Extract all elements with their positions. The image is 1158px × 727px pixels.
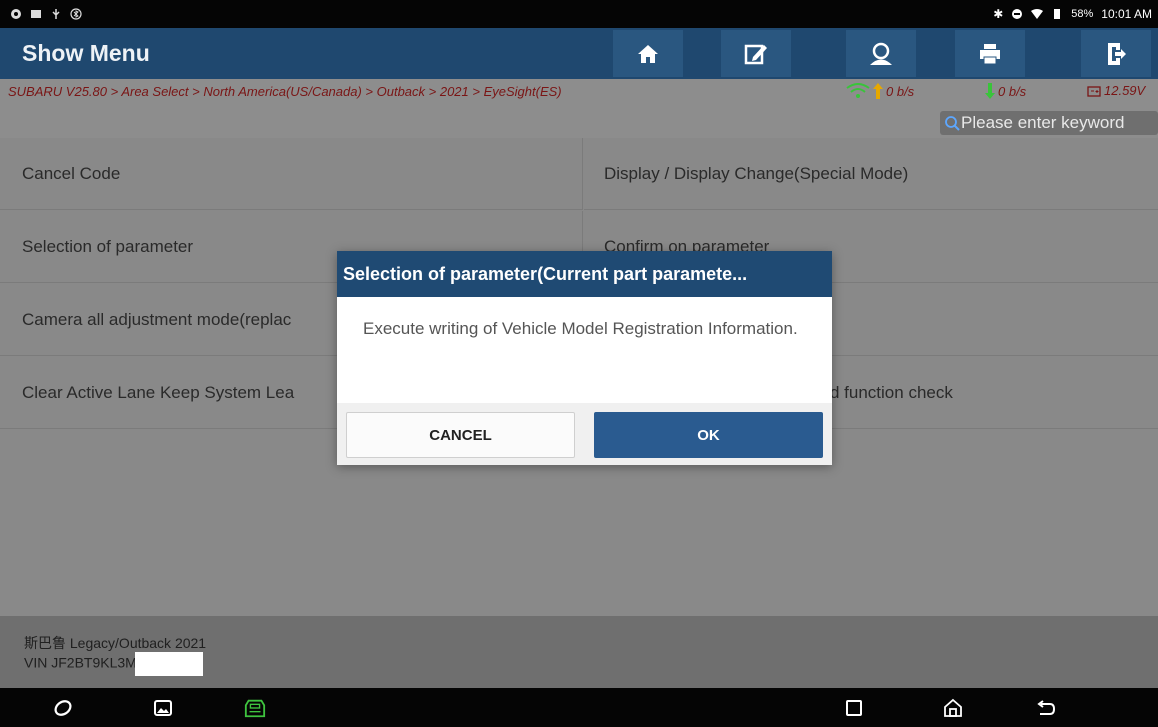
print-icon (980, 43, 1000, 64)
gallery-button[interactable] (152, 697, 174, 719)
confirm-dialog: Selection of parameter(Current part para… (337, 251, 832, 465)
gallery-icon (154, 700, 172, 716)
menu-item-label: Display / Display Change(Special Mode) (604, 163, 909, 183)
upload-indicator: 0 b/s (846, 83, 914, 99)
search-row: Please enter keyword (0, 103, 1158, 138)
back-button[interactable] (1035, 697, 1057, 719)
cancel-button[interactable]: CANCEL (346, 412, 575, 458)
battery-icon (1054, 9, 1061, 19)
download-indicator: 0 b/s (985, 83, 1026, 99)
breadcrumb: SUBARU V25.80 > Area Select > North Amer… (0, 79, 1158, 103)
dialog-button-bar: CANCEL OK (337, 403, 832, 465)
dialog-title: Selection of parameter(Current part para… (337, 251, 832, 297)
recents-button[interactable] (843, 697, 865, 719)
battery-percent: 58% (1071, 8, 1094, 20)
upload-arrow-icon (873, 83, 883, 99)
download-arrow-icon (985, 83, 995, 99)
image-notification-icon (31, 10, 41, 18)
home-button[interactable] (613, 30, 683, 77)
vehicle-name: 斯巴鲁 Legacy/Outback 2021 (24, 635, 207, 651)
menu-item-label: Camera all adjustment mode(replac (22, 309, 292, 329)
exit-icon (1108, 42, 1126, 65)
clock: 10:01 AM (1101, 7, 1152, 21)
wifi-icon (846, 83, 870, 98)
home-nav-button[interactable] (942, 697, 964, 719)
home-nav-icon (944, 698, 962, 717)
status-icons-right: ✱ 58% 10:01 AM (993, 7, 1158, 21)
user-button[interactable] (846, 30, 916, 77)
page-title: Show Menu (22, 40, 150, 66)
vci-button[interactable] (244, 697, 266, 719)
edit-note-icon (744, 44, 767, 64)
vehicle-info: 斯巴鲁 Legacy/Outback 2021 VIN JF2BT9KL3M (0, 616, 1158, 688)
app-notification-icon (11, 9, 21, 19)
search-placeholder: Please enter keyword (961, 113, 1125, 132)
edit-note-button[interactable] (721, 30, 791, 77)
recents-icon (846, 700, 862, 716)
dialog-message: Execute writing of Vehicle Model Registr… (363, 319, 798, 338)
upload-speed: 0 b/s (886, 83, 915, 99)
user-icon (870, 42, 892, 65)
bluetooth-notification-icon (70, 8, 82, 20)
navigation-bar (0, 688, 1158, 727)
print-button[interactable] (955, 30, 1025, 77)
menu-item-label: Clear Active Lane Keep System Lea (22, 382, 295, 402)
home-icon (638, 44, 658, 63)
voltage-indicator: 12.59V (1087, 83, 1145, 98)
usb-icon (52, 9, 60, 19)
search-icon (945, 116, 960, 131)
vin-row: VIN JF2BT9KL3M (24, 652, 1158, 676)
vin-text: VIN JF2BT9KL3M (24, 654, 137, 671)
breadcrumb-path: SUBARU V25.80 > Area Select > North Amer… (8, 83, 562, 99)
back-icon (1037, 700, 1056, 715)
download-speed: 0 b/s (998, 83, 1027, 99)
bluetooth-icon: ✱ (993, 7, 1004, 21)
menu-item-label: Selection of parameter (22, 236, 194, 256)
exit-button[interactable] (1081, 30, 1151, 77)
search-input[interactable]: Please enter keyword (940, 111, 1158, 135)
menu-item-label: Cancel Code (22, 163, 121, 183)
status-icons-left (0, 8, 82, 20)
vin-redaction (134, 652, 203, 676)
title-bar: Show Menu (0, 28, 1158, 79)
status-bar: ✱ 58% 10:01 AM (0, 0, 1158, 28)
vci-icon (244, 699, 266, 718)
dnd-icon (1012, 9, 1023, 19)
wifi-status-icon (1031, 9, 1044, 19)
browser-icon (54, 700, 72, 716)
ok-button[interactable]: OK (594, 412, 823, 458)
voltage-value: 12.59V (1104, 83, 1146, 98)
menu-item-display-change[interactable]: Display / Display Change(Special Mode) (584, 138, 1158, 210)
car-battery-icon (1087, 85, 1101, 97)
menu-item-cancel-code[interactable]: Cancel Code (0, 138, 583, 210)
browser-button[interactable] (52, 697, 74, 719)
